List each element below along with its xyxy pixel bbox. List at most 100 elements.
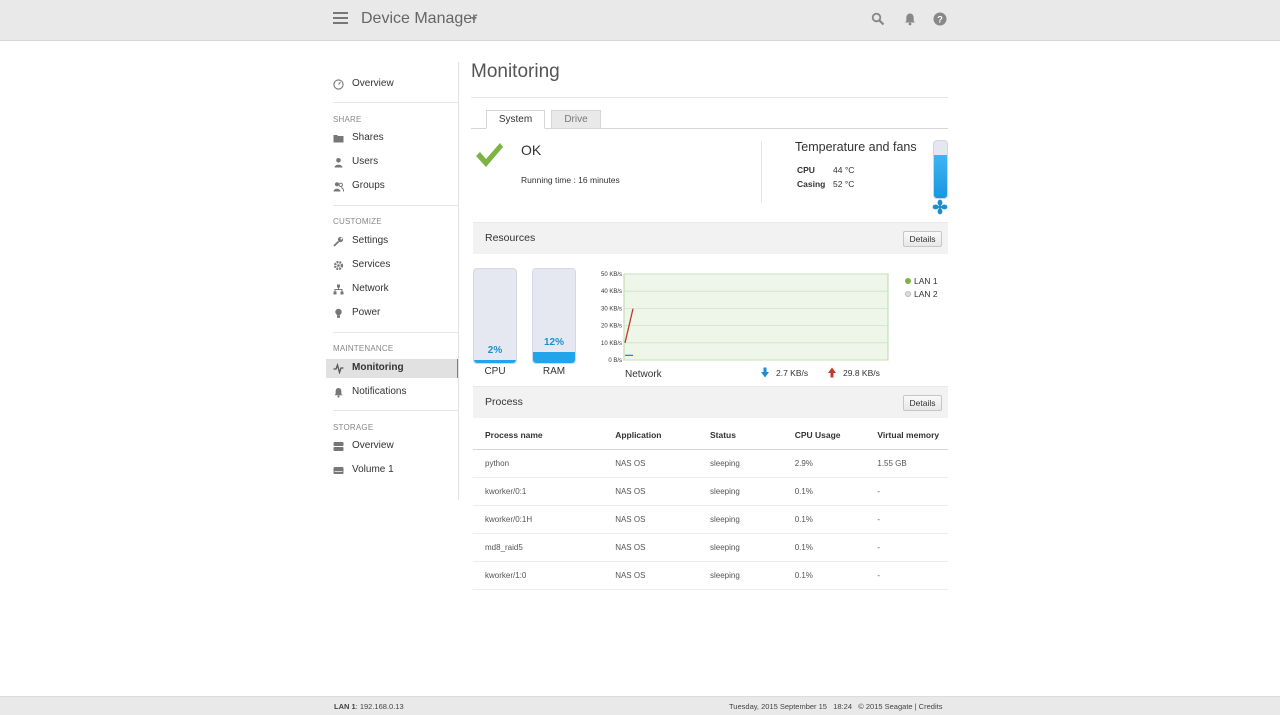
chevron-down-icon[interactable] — [471, 17, 477, 21]
checkmark-icon — [476, 143, 503, 167]
hard-drive-icon — [333, 467, 344, 474]
search-icon[interactable] — [871, 12, 885, 26]
ram-gauge: 12% — [532, 268, 576, 364]
pulse-icon — [333, 363, 344, 374]
temperature-casing-value: 52 °C — [833, 179, 855, 189]
help-icon[interactable]: ? — [933, 12, 947, 26]
temperature-casing-label: Casing — [797, 179, 826, 189]
download-rate: 2.7 KB/s — [776, 368, 809, 378]
column-header[interactable]: Status — [709, 421, 795, 450]
sidebar-item-settings[interactable]: Settings — [326, 232, 458, 251]
table-cell: NAS OS — [615, 449, 710, 478]
legend-label: LAN 2 — [914, 289, 938, 299]
arrow-down-icon — [761, 367, 769, 378]
table-cell: md8_raid5 — [473, 533, 616, 562]
footer-lan-ip: : 192.168.0.13 — [355, 702, 404, 711]
ram-gauge-fill — [533, 352, 575, 363]
menu-icon[interactable] — [333, 12, 348, 26]
cpu-gauge-fill — [474, 360, 516, 363]
column-header[interactable]: Application — [615, 421, 710, 450]
column-header[interactable]: Process name — [473, 421, 616, 450]
legend-dot — [905, 291, 911, 297]
user-icon — [334, 158, 343, 168]
footer-info: Tuesday, 2015 September 15 18:24 © 2015 … — [729, 702, 943, 711]
sidebar-item-storage-overview[interactable]: Overview — [326, 437, 458, 456]
sidebar-item-label: Services — [352, 259, 391, 270]
divider — [761, 141, 762, 203]
app-title[interactable]: Device Manager — [361, 10, 478, 28]
sidebar-item-monitoring[interactable]: Monitoring — [326, 359, 459, 378]
table-cell: 2.9% — [794, 449, 878, 478]
network-icon — [333, 284, 344, 295]
table-cell: - — [877, 533, 948, 562]
page-title: Monitoring — [471, 61, 560, 82]
sidebar-item-label: Power — [352, 307, 381, 318]
column-header[interactable]: Virtual memory — [877, 421, 948, 450]
ram-value: 12% — [543, 337, 564, 348]
sidebar-item-volume-1[interactable]: Volume 1 — [326, 461, 458, 480]
table-row[interactable]: kworker/0:1 NAS OS sleeping 0.1% - — [473, 477, 948, 506]
table-cell: NAS OS — [615, 505, 710, 534]
tab-system[interactable]: System — [486, 110, 545, 129]
y-tick-label: 0 B/s — [608, 358, 622, 364]
process-title: Process — [485, 396, 523, 408]
sidebar-item-services[interactable]: Services — [326, 256, 458, 275]
divider — [333, 410, 458, 411]
footer-lan: LAN 1: 192.168.0.13 — [334, 702, 404, 711]
bell-icon — [334, 388, 343, 398]
sidebar-item-label: Overview — [352, 440, 394, 451]
table-cell: sleeping — [709, 477, 795, 506]
top-bar: Device Manager ? — [0, 0, 1280, 41]
sidebar-item-label: Notifications — [352, 386, 407, 397]
divider — [333, 332, 458, 333]
section-label-share: SHARE — [333, 115, 362, 124]
upload-rate: 29.8 KB/s — [843, 368, 880, 378]
sidebar-item-shares[interactable]: Shares — [326, 129, 458, 148]
resources-details-button[interactable]: Details — [903, 231, 942, 247]
table-cell: 0.1% — [794, 561, 878, 590]
section-label-customize: CUSTOMIZE — [333, 217, 382, 226]
sidebar-divider — [458, 62, 459, 500]
table-row[interactable]: md8_raid5 NAS OS sleeping 0.1% - — [473, 533, 948, 562]
table-cell: sleeping — [709, 561, 795, 590]
sidebar-item-groups[interactable]: Groups — [326, 177, 458, 196]
sidebar-item-network[interactable]: Network — [326, 280, 458, 299]
sidebar-item-notifications[interactable]: Notifications — [326, 383, 458, 402]
sidebar-item-overview[interactable]: Overview — [326, 75, 458, 94]
temperature-casing-row: Casing 52 °C — [797, 179, 854, 189]
process-header: Process Details — [473, 386, 948, 418]
table-cell: - — [877, 477, 948, 506]
table-cell: 1.55 GB — [877, 449, 948, 478]
table-row[interactable]: kworker/1:0 NAS OS sleeping 0.1% - — [473, 561, 948, 590]
cpu-value: 2% — [487, 345, 503, 356]
sidebar-item-label: Groups — [352, 180, 385, 191]
status-text: OK — [521, 142, 542, 158]
sidebar-item-power[interactable]: Power — [326, 304, 458, 323]
svg-text:?: ? — [937, 15, 943, 26]
tab-drive[interactable]: Drive — [551, 110, 601, 129]
sidebar-item-label: Network — [352, 283, 389, 294]
section-label-maintenance: MAINTENANCE — [333, 344, 394, 353]
lightbulb-icon — [335, 308, 342, 318]
process-details-button[interactable]: Details — [903, 395, 942, 411]
sidebar-item-users[interactable]: Users — [326, 153, 458, 172]
table-row[interactable]: kworker/0:1H NAS OS sleeping 0.1% - — [473, 505, 948, 534]
storage-icon — [333, 442, 344, 451]
table-cell: NAS OS — [615, 533, 710, 562]
network-label: Network — [625, 369, 662, 380]
legend-item-lan1: LAN 1 — [905, 276, 938, 286]
bell-icon[interactable] — [903, 12, 917, 26]
gear-icon — [333, 260, 344, 271]
temperature-gauge-fill — [934, 155, 947, 198]
divider — [333, 102, 458, 103]
sidebar-item-label: Settings — [352, 235, 389, 246]
divider — [471, 97, 948, 98]
table-cell: kworker/0:1 — [473, 477, 616, 506]
sidebar-item-label: Shares — [352, 132, 384, 143]
ram-label: RAM — [542, 366, 566, 377]
table-row[interactable]: python NAS OS sleeping 2.9% 1.55 GB — [473, 449, 948, 478]
column-header[interactable]: CPU Usage — [794, 421, 878, 450]
sidebar-item-label: Users — [352, 156, 379, 167]
table-cell: sleeping — [709, 533, 795, 562]
dashboard-icon — [333, 79, 344, 90]
